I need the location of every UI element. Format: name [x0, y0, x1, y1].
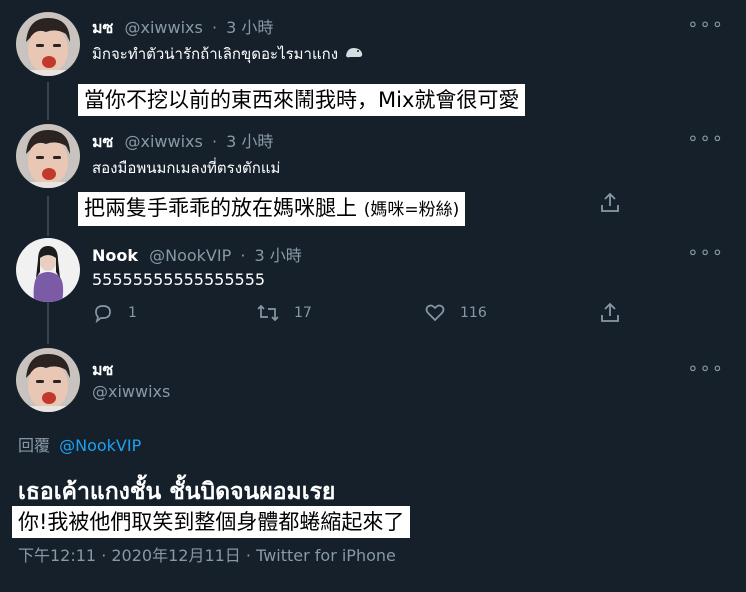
display-name[interactable]: Nook [92, 246, 138, 265]
reply-button[interactable]: 1 [92, 302, 137, 324]
retweet-icon [257, 304, 279, 322]
display-name[interactable]: มซ [92, 358, 113, 383]
more-options-icon[interactable]: ∘∘∘ [687, 242, 724, 263]
reply-label: 回覆 [18, 436, 51, 455]
avatar[interactable] [16, 238, 80, 302]
tweet-time[interactable]: 3 小時 [226, 132, 273, 151]
seal-emoji-icon [344, 44, 364, 64]
tweet-text: 55555555555555555 [92, 270, 266, 289]
avatar[interactable] [16, 12, 80, 76]
reply-count: 1 [128, 305, 137, 321]
user-handle[interactable]: @xiwwixs [125, 132, 203, 151]
tweet-time[interactable]: 3 小時 [226, 18, 273, 37]
translation-caption: 你!我被他們取笑到整個身體都蜷縮起來了 [12, 506, 411, 538]
tweet-timestamp[interactable]: 下午12:11 · 2020年12月11日 · Twitter for iPho… [18, 542, 396, 566]
more-options-icon[interactable]: ∘∘∘ [687, 14, 724, 35]
more-options-icon[interactable]: ∘∘∘ [687, 128, 724, 149]
display-name[interactable]: มซ [92, 18, 113, 37]
tweet-time[interactable]: 3 小時 [255, 246, 302, 265]
separator: · [240, 246, 246, 265]
separator: · [211, 132, 218, 151]
tweet-text: เธอเค้าแกงชั้น ชั้นบิดจนผอมเรย [18, 479, 336, 505]
main-tweet: มซ @xiwwixs ∘∘∘ 回覆 @NookVIP เธอเค้าแกงชั… [0, 344, 746, 592]
reply-to-handle[interactable]: @NookVIP [59, 436, 141, 455]
share-icon[interactable] [599, 302, 621, 328]
translation-caption: 把兩隻手乖乖的放在媽咪腿上 (媽咪=粉絲) [78, 192, 466, 226]
tweet[interactable]: มซ @xiwwixs · 3 小時 มิกจะทำตัวน่ารักถ้าเล… [0, 0, 746, 120]
translation-caption: 當你不挖以前的東西來鬧我時，Mix就會很可愛 [78, 84, 526, 116]
separator: · [211, 18, 218, 37]
avatar[interactable] [16, 348, 80, 412]
retweet-button[interactable]: 17 [256, 302, 312, 324]
caption-text: 把兩隻手乖乖的放在媽咪腿上 [84, 196, 357, 220]
tweet[interactable]: Nook @NookVIP · 3 小時 55555555555555555 ∘… [0, 236, 746, 344]
reply-to-line: 回覆 @NookVIP [18, 432, 141, 456]
user-handle[interactable]: @xiwwixs [125, 18, 203, 37]
share-icon[interactable] [599, 192, 621, 218]
retweet-count: 17 [294, 305, 312, 321]
caption-note: (媽咪=粉絲) [363, 200, 460, 220]
reply-icon [95, 305, 111, 324]
like-button[interactable]: 116 [424, 302, 487, 324]
tweet[interactable]: มซ @xiwwixs · 3 小時 สองมือพนมกเมลงที่ตรงต… [0, 120, 746, 236]
user-handle[interactable]: @xiwwixs [92, 382, 170, 401]
tweet-text: สองมือพนมกเมลงที่ตรงตักแม่ [92, 159, 281, 177]
user-handle[interactable]: @NookVIP [149, 246, 231, 265]
display-name[interactable]: มซ [92, 132, 113, 151]
like-count: 116 [460, 305, 487, 321]
tweet-text: มิกจะทำตัวน่ารักถ้าเลิกขุดอะไรมาแกง [92, 45, 339, 63]
avatar[interactable] [16, 124, 80, 188]
more-options-icon[interactable]: ∘∘∘ [687, 358, 724, 379]
heart-icon [425, 304, 445, 322]
